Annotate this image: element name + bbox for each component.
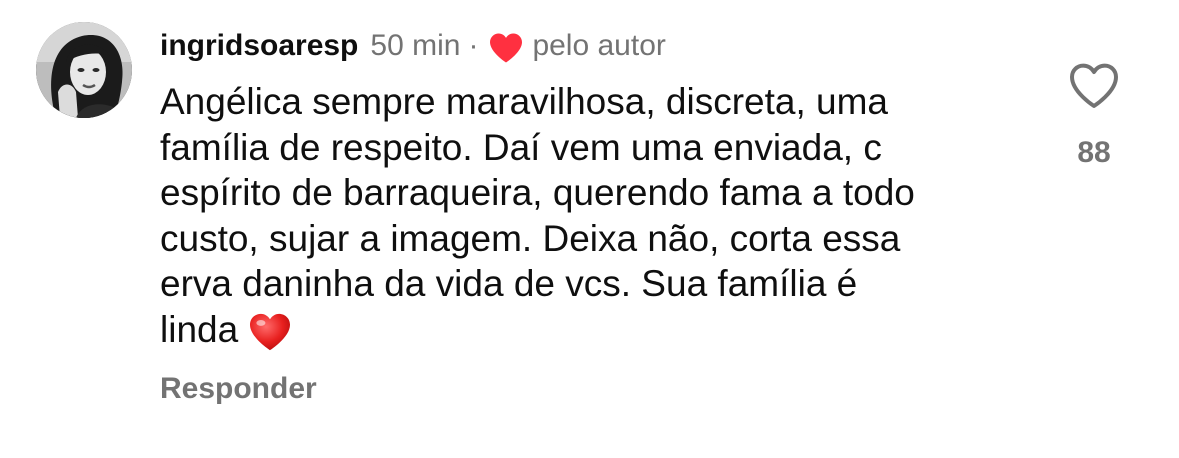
liked-by-author-label: pelo autor [532, 29, 666, 62]
red-heart-emoji-icon [250, 313, 291, 350]
comment-header: ingridsoaresp 50 min · pelo autor [160, 26, 666, 66]
username[interactable]: ingridsoaresp [160, 29, 358, 63]
avatar[interactable] [36, 22, 132, 118]
comment-text: Angélica sempre maravilhosa, discreta, u… [160, 79, 1040, 352]
separator-dot: · [468, 29, 479, 62]
reply-button[interactable]: Responder [160, 372, 317, 406]
like-count: 88 [1077, 136, 1111, 169]
timestamp: 50 min [370, 29, 461, 62]
author-liked-heart-icon [490, 33, 523, 63]
heart-outline-icon[interactable] [1068, 62, 1120, 110]
avatar-image [36, 22, 132, 118]
comment-item: ingridsoaresp 50 min · pelo autor Angéli… [0, 0, 1179, 458]
comment-text-content: Angélica sempre maravilhosa, discreta, u… [160, 81, 915, 350]
